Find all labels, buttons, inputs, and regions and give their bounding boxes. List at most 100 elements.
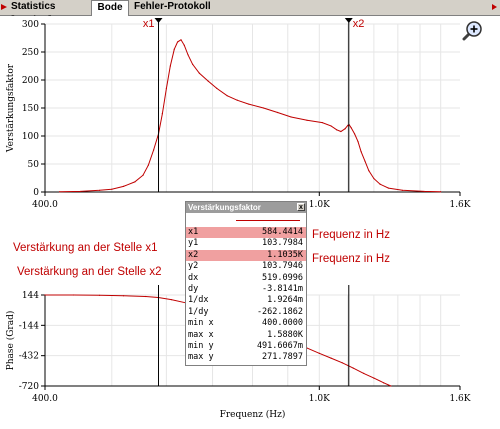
tab-fehler-protokoll[interactable]: Fehler-Protokoll [131,0,215,14]
data-point [207,80,209,82]
data-point [183,44,185,46]
data-point [226,95,228,97]
readout-key: x1 [188,227,199,237]
annotation-x2-frequency: Frequenz in Hz [312,253,390,265]
data-point [306,119,308,121]
data-point [330,125,332,127]
readout-value: 1.9264m [267,295,303,306]
data-point [330,357,332,359]
cursor-handle-x1 [154,18,163,23]
data-point [373,177,375,180]
readout-row-max-y: max y 271.7897 [186,352,306,363]
data-point [353,133,356,135]
data-point [177,41,179,43]
y-tick-label: 250 [22,48,39,58]
readout-value: -3.8141m [262,283,303,294]
readout-row-dx: dx 519.0996 [186,273,306,284]
data-point [262,107,265,109]
readout-key: y2 [188,261,199,272]
readout-key: 1/dx [188,295,209,306]
readout-row-y2: y2 103.7946 [186,261,306,272]
data-point [111,188,113,190]
tab-scroll-right-arrow-icon[interactable] [492,4,497,10]
data-point [350,127,352,129]
data-point [341,362,343,364]
readout-value: 1.5880K [267,329,303,340]
data-point [187,54,189,56]
trace-color-swatch [236,220,300,221]
y-tick-label: 144 [22,291,39,301]
x-tick-label: 400.0 [32,200,58,210]
readout-row-dy: dy -3.8141m [186,284,306,295]
data-point [379,183,381,185]
readout-row-min-x: min x 400.0000 [186,318,306,329]
y-axis-label: Phase (Grad) [5,311,16,371]
readout-key: 1/dy [188,306,209,317]
readout-key: x2 [188,249,199,260]
cursor-label-x2: x2 [353,18,365,30]
data-point [161,113,163,115]
data-point [344,128,346,130]
readout-row-x2: x2 1.1035K [186,249,306,262]
annotation-x1-gain: Verstärkung an der Stelle x1 [13,242,158,254]
data-point [142,174,144,176]
cursor-label-x1: x1 [143,18,155,30]
x-tick-label: 1.6K [449,394,470,404]
readout-row-y1: y1 103.7984 [186,238,306,249]
data-point [248,103,250,105]
readout-row-max-x: max x 1.5880K [186,330,306,341]
data-point [79,190,81,193]
data-point [180,39,182,41]
readout-key: max y [188,352,214,363]
data-point [347,124,349,126]
annotation-x1-frequency: Frequenz in Hz [312,229,390,241]
readout-title: Verstärkungsfaktor [188,203,261,212]
data-point [364,160,366,162]
data-point [383,382,385,384]
y-tick-label: 0 [33,188,39,198]
readout-value: 1.1035K [267,249,303,260]
data-point [147,164,149,166]
data-point [59,191,61,193]
y-tick-label: 300 [22,20,39,30]
data-point [321,121,323,124]
data-point [98,294,101,296]
close-icon[interactable]: x [297,203,305,211]
tab-bode[interactable]: Bode [91,0,129,16]
readout-row-min-y: min y 491.6067m [186,341,306,352]
readout-row-x1: x1 584.4414 [186,227,306,239]
x-tick-label: 1.0K [309,200,330,210]
y-axis-label: Verstärkungsfaktor [6,63,16,153]
readout-key: min x [188,318,214,329]
data-point [387,187,390,189]
data-point [440,191,442,193]
readout-titlebar[interactable]: Verstärkungsfaktor x [186,202,306,213]
readout-key: dy [188,283,199,294]
x-axis-label: Frequenz (Hz) [220,409,286,420]
y-tick-label: -432 [19,352,39,362]
data-point [390,385,392,387]
data-point [98,189,101,191]
zoom-in-icon[interactable] [462,19,484,41]
data-point [401,189,404,191]
readout-value: 400.0000 [262,318,303,329]
data-point [44,294,46,296]
readout-value: 519.0996 [262,272,303,283]
data-point [192,63,194,65]
readout-key: y1 [188,238,199,249]
readout-value: -262.1862 [256,306,303,317]
data-point [173,48,175,50]
y-tick-label: 200 [22,76,39,86]
data-point [352,367,354,369]
x-tick-label: 1.0K [309,394,330,404]
y-tick-label: -720 [19,382,39,392]
series-line [59,39,441,193]
data-point [122,185,125,187]
readout-value: 271.7897 [262,352,303,363]
tab-statistics-analog[interactable]: Statistics [Analog] [0,0,88,26]
y-tick-label: 50 [28,160,40,170]
readout-key: max x [188,329,214,340]
cursor-readout-window[interactable]: Verstärkungsfaktor x x1 584.4414 y1 103.798… [185,201,307,366]
y-tick-label: 100 [22,132,39,142]
readout-value: 103.7984 [262,238,303,249]
